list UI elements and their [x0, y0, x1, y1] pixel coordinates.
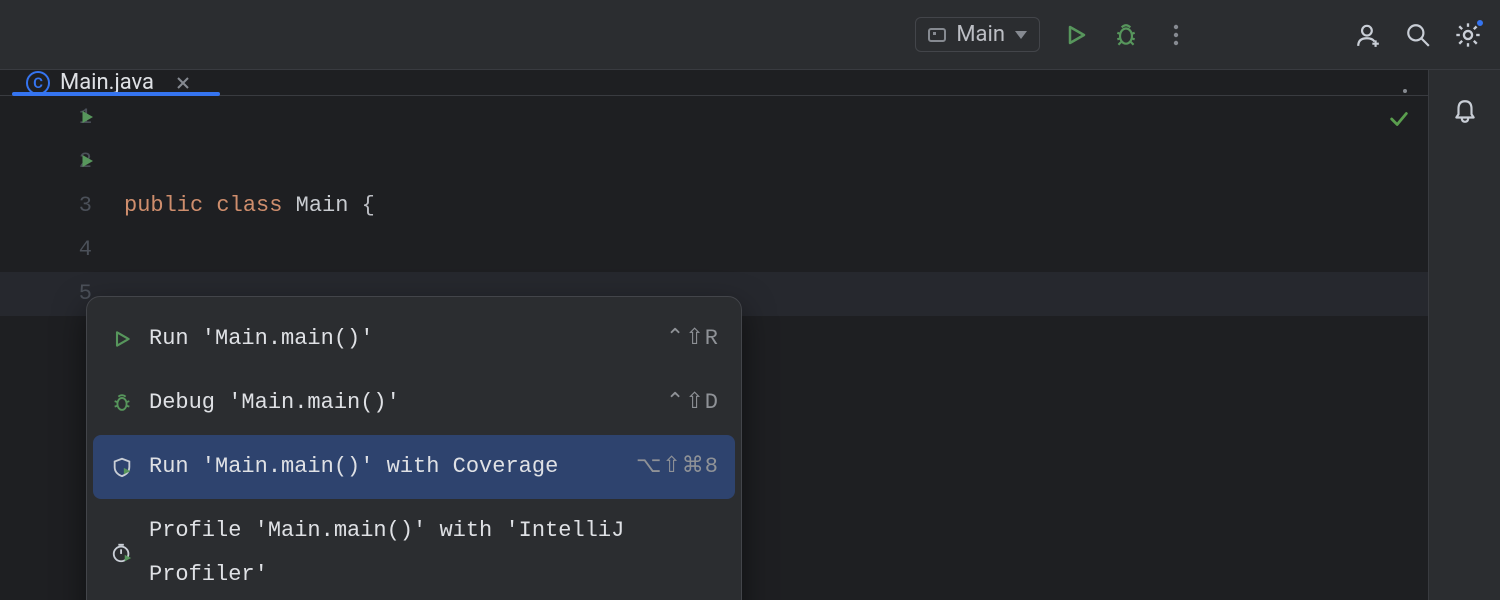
- menu-item-label: Run 'Main.main()' with Coverage: [149, 445, 622, 489]
- search-icon: [1405, 22, 1431, 48]
- notifications-button[interactable]: [1452, 98, 1478, 124]
- menu-item-label: Profile 'Main.main()' with 'IntelliJ Pro…: [149, 509, 719, 597]
- run-line-marker[interactable]: [78, 152, 96, 170]
- line-number: 3: [68, 184, 92, 228]
- run-line-marker[interactable]: [78, 108, 96, 126]
- play-icon: [78, 108, 96, 126]
- menu-item-debug[interactable]: Debug 'Main.main()' ⌃⇧D: [93, 371, 735, 435]
- menu-item-label: Debug 'Main.main()': [149, 381, 652, 425]
- gutter-context-menu: Run 'Main.main()' ⌃⇧R Debug 'Main.main()…: [86, 296, 742, 600]
- search-everywhere-button[interactable]: [1404, 21, 1432, 49]
- person-add-icon: [1355, 22, 1381, 48]
- play-icon: [78, 152, 96, 170]
- inspections-status[interactable]: [1388, 108, 1410, 130]
- menu-item-shortcut: ⌃⇧R: [666, 317, 719, 361]
- java-class-icon: C: [26, 71, 50, 95]
- bug-icon: [1113, 22, 1139, 48]
- run-button[interactable]: [1062, 21, 1090, 49]
- close-icon: [176, 76, 190, 90]
- editor-tab-bar: C Main.java: [0, 70, 1428, 96]
- code-editor[interactable]: 1 2 3 4 5 public class Main: [0, 96, 1428, 600]
- menu-item-label: Run 'Main.main()': [149, 317, 652, 361]
- stopwatch-play-icon: [109, 542, 135, 564]
- right-tool-strip: [1428, 70, 1500, 600]
- menu-item-profile[interactable]: Profile 'Main.main()' with 'IntelliJ Pro…: [93, 499, 735, 600]
- bug-icon: [109, 392, 135, 414]
- more-actions-button[interactable]: [1162, 21, 1190, 49]
- terminal-icon: [928, 28, 946, 42]
- settings-button[interactable]: [1454, 21, 1482, 49]
- shield-play-icon: [109, 456, 135, 478]
- run-configuration-selector[interactable]: Main: [915, 17, 1040, 52]
- bell-icon: [1452, 98, 1478, 124]
- editor-tab-main[interactable]: C Main.java: [16, 70, 200, 95]
- menu-item-shortcut: ⌃⇧D: [666, 381, 719, 425]
- play-icon: [1064, 23, 1088, 47]
- debug-button[interactable]: [1112, 21, 1140, 49]
- notification-dot-icon: [1475, 18, 1485, 28]
- menu-item-run[interactable]: Run 'Main.main()' ⌃⇧R: [93, 307, 735, 371]
- main-toolbar: Main: [0, 0, 1500, 70]
- play-icon: [109, 329, 135, 349]
- run-configuration-label: Main: [956, 22, 1005, 47]
- line-number: 4: [68, 228, 92, 272]
- menu-item-run-coverage[interactable]: Run 'Main.main()' with Coverage ⌥⇧⌘8: [93, 435, 735, 499]
- code-with-me-button[interactable]: [1354, 21, 1382, 49]
- editor-tab-label: Main.java: [60, 70, 154, 95]
- menu-item-shortcut: ⌥⇧⌘8: [636, 445, 719, 489]
- close-tab-button[interactable]: [176, 76, 190, 90]
- check-icon: [1388, 108, 1410, 130]
- kebab-icon: [1173, 24, 1179, 46]
- chevron-down-icon: [1015, 31, 1027, 39]
- code-line: public class Main {: [124, 184, 1428, 228]
